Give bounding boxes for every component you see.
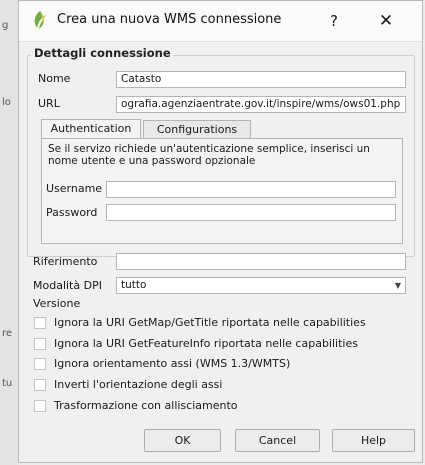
checkbox[interactable] — [34, 400, 46, 412]
auth-info-text: Se il servizo richiede un'autenticazione… — [48, 143, 370, 167]
parent-text-fragment: re — [2, 328, 13, 339]
dialog-title: Crea una nuova WMS connessione — [57, 12, 282, 27]
dropdown-arrow-icon: ▼ — [394, 281, 401, 290]
name-field[interactable]: Catasto — [116, 71, 406, 88]
referer-label: Riferimento — [33, 255, 98, 268]
checkbox[interactable] — [34, 317, 46, 329]
title-bar: Crea una nuova WMS connessione ? ✕ — [19, 1, 422, 42]
tab-authentication[interactable]: Authentication — [41, 119, 141, 139]
help-button[interactable]: Help — [332, 429, 415, 452]
qgis-leaf-icon — [34, 11, 46, 29]
username-label: Username — [46, 182, 103, 195]
parent-text-fragment: tu — [2, 378, 13, 389]
password-field[interactable] — [106, 204, 396, 221]
checkbox[interactable] — [34, 338, 46, 350]
name-label: Nome — [38, 72, 71, 85]
username-field[interactable] — [106, 181, 396, 198]
cancel-button[interactable]: Cancel — [235, 429, 320, 452]
dpi-mode-select[interactable]: tutto ▼ — [116, 277, 406, 294]
url-field[interactable]: ografia.agenziaentrate.gov.it/inspire/wm… — [116, 96, 406, 113]
dpi-mode-label: Modalità DPI — [33, 279, 102, 292]
parent-window-edge: g lo re tu — [0, 0, 18, 465]
close-icon[interactable]: ✕ — [371, 9, 401, 33]
checkbox[interactable] — [34, 379, 46, 391]
connection-details-title: Dettagli connessione — [31, 46, 174, 60]
password-label: Password — [46, 206, 98, 219]
parent-text-fragment: lo — [2, 97, 11, 108]
url-label: URL — [38, 97, 60, 110]
referer-field[interactable] — [116, 253, 406, 270]
option-label: Trasformazione con allisciamento — [54, 399, 238, 412]
dpi-mode-value: tutto — [121, 279, 147, 291]
tab-configurations[interactable]: Configurations — [143, 120, 251, 139]
help-question-icon[interactable]: ? — [319, 9, 349, 33]
wms-connection-dialog: Crea una nuova WMS connessione ? ✕ Detta… — [18, 0, 423, 463]
option-label: Ignora orientamento assi (WMS 1.3/WMTS) — [54, 357, 291, 370]
parent-text-fragment: g — [2, 20, 9, 31]
ok-button[interactable]: OK — [144, 429, 221, 452]
option-label: Ignora la URI GetMap/GetTitle riportata … — [54, 316, 366, 329]
version-label: Versione — [33, 297, 81, 310]
option-label: Inverti l'orientazione degli assi — [54, 378, 223, 391]
option-label: Ignora la URI GetFeatureInfo riportata n… — [54, 337, 358, 350]
checkbox[interactable] — [34, 358, 46, 370]
